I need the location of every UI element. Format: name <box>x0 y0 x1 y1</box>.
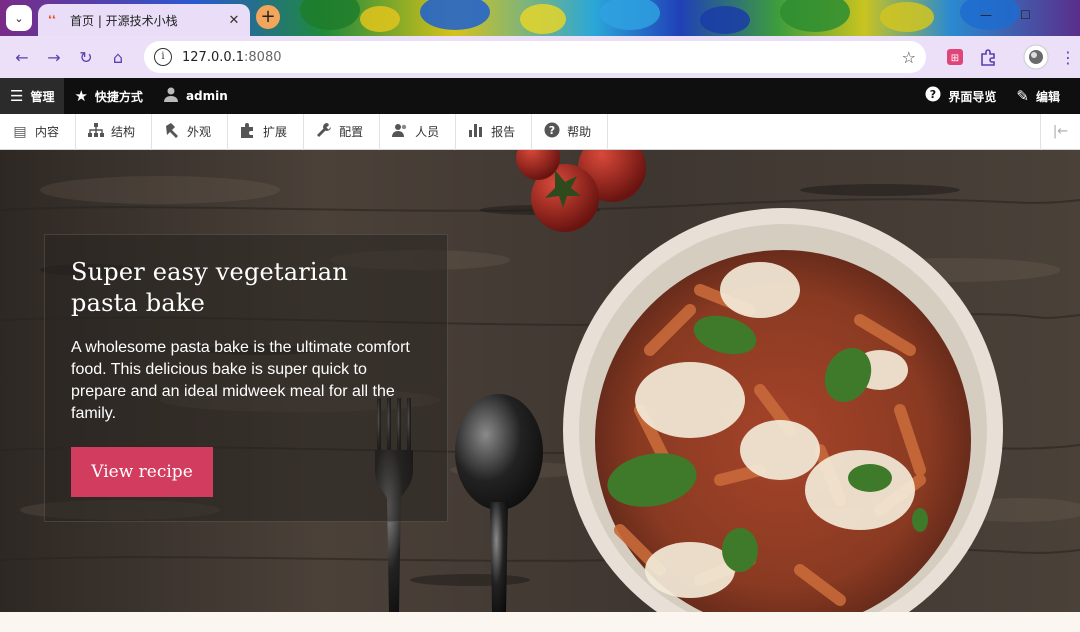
tray-item-content[interactable]: ▤ 内容 <box>0 113 77 150</box>
decor <box>520 4 566 34</box>
edit-label: 编辑 <box>1035 89 1060 104</box>
featured-recipe-card: Super easy vegetarian pasta bake A whole… <box>44 234 448 522</box>
site-info-icon[interactable]: i <box>154 48 172 66</box>
tray-label: 内容 <box>35 125 60 139</box>
svg-text:⊞: ⊞ <box>951 53 959 64</box>
bookmark-star-icon[interactable]: ☆ <box>902 48 916 67</box>
people-icon <box>392 122 408 142</box>
tray-item-config[interactable]: 配置 <box>304 113 381 150</box>
more-menu-icon[interactable]: ⋮ <box>1058 41 1078 73</box>
decor <box>780 0 850 32</box>
avatar-glyph <box>1023 44 1049 70</box>
view-recipe-button[interactable]: View recipe <box>71 447 213 497</box>
tab-search-button[interactable]: ⌄ <box>6 5 32 31</box>
browser-tab[interactable]: ❛❛ 首页 | 开源技术小栈 ✕ <box>38 4 250 36</box>
tour-button[interactable]: ? 界面导览 <box>915 78 1006 114</box>
admin-toolbar-right: ? 界面导览 ✎ 编辑 <box>915 78 1080 114</box>
url-text: 127.0.0.1:8080 <box>182 50 902 65</box>
svg-text:?: ? <box>549 124 555 137</box>
extension-glyph: ⊞ <box>947 49 963 65</box>
decor <box>420 0 490 30</box>
collapse-arrow-icon: |← <box>1052 124 1069 139</box>
extend-icon <box>240 122 256 142</box>
tray-item-reports[interactable]: 报告 <box>456 113 533 150</box>
forward-icon[interactable]: → <box>38 41 70 73</box>
user-icon <box>163 86 179 106</box>
tray-item-extend[interactable]: 扩展 <box>228 113 305 150</box>
tray-item-appearance[interactable]: 外观 <box>152 113 229 150</box>
puzzle-glyph <box>981 49 995 66</box>
decor <box>880 2 934 32</box>
appearance-icon <box>164 122 180 142</box>
tab-title: 首页 | 开源技术小栈 <box>70 13 178 28</box>
svg-text:?: ? <box>930 88 936 101</box>
profile-avatar-icon[interactable] <box>1020 41 1052 73</box>
decor <box>600 0 660 30</box>
favicon-icon: ❛❛ <box>48 13 56 26</box>
decor <box>300 0 360 30</box>
tray-item-people[interactable]: 人员 <box>380 113 457 150</box>
tray-orientation-toggle[interactable]: |← <box>1040 113 1080 150</box>
tray-item-help[interactable]: ? 帮助 <box>532 113 609 150</box>
hero-description: A wholesome pasta bake is the ultimate c… <box>71 339 410 422</box>
shortcuts-label: 快捷方式 <box>94 89 143 104</box>
tray-label: 外观 <box>187 125 212 139</box>
help-icon: ? <box>544 122 560 142</box>
edit-button[interactable]: ✎ 编辑 <box>1006 78 1080 114</box>
page-content-start <box>0 612 1080 632</box>
url-port: :8080 <box>244 49 282 65</box>
manage-label: 管理 <box>30 89 55 104</box>
tour-label: 界面导览 <box>948 89 997 104</box>
back-icon[interactable]: ← <box>6 41 38 73</box>
manage-button[interactable]: ☰ 管理 <box>0 78 65 114</box>
chevron-down-icon: ⌄ <box>14 11 24 25</box>
url-host: 127.0.0.1 <box>182 49 245 65</box>
browser-toolbar: ← → ↻ ⌂ i 127.0.0.1:8080 ☆ ⊞ ⋮ <box>0 36 1080 78</box>
config-icon <box>316 122 332 142</box>
tray-label: 人员 <box>415 125 440 139</box>
admin-tray: ▤ 内容 结构 外观 扩展 配置 人员 报告 ? 帮助 |← <box>0 113 1080 150</box>
tray-label: 报告 <box>491 125 516 139</box>
decor <box>700 6 750 34</box>
user-label: admin <box>185 89 228 103</box>
new-tab-button[interactable]: + <box>256 5 280 29</box>
extension-icon[interactable]: ⊞ <box>942 41 968 73</box>
admin-toolbar: ☰ 管理 ★ 快捷方式 admin ? 界面导览 ✎ 编辑 <box>0 78 1080 114</box>
help-circle-icon: ? <box>925 86 941 106</box>
browser-tabstrip: ⌄ ❛❛ 首页 | 开源技术小栈 ✕ + — ☐ <box>0 0 1080 36</box>
star-icon: ★ <box>74 87 88 105</box>
structure-icon <box>88 122 105 141</box>
decor <box>360 6 400 32</box>
pencil-icon: ✎ <box>1016 87 1029 105</box>
home-icon[interactable]: ⌂ <box>102 41 134 73</box>
reports-icon <box>468 122 484 142</box>
tray-item-structure[interactable]: 结构 <box>76 113 153 150</box>
close-icon[interactable]: ✕ <box>226 13 242 28</box>
reload-icon[interactable]: ↻ <box>70 41 102 73</box>
hero-banner: Super easy vegetarian pasta bake A whole… <box>0 150 1080 612</box>
user-button[interactable]: admin <box>153 78 238 114</box>
shortcuts-button[interactable]: ★ 快捷方式 <box>64 78 152 114</box>
hero-title: Super easy vegetarian pasta bake <box>71 258 348 317</box>
menu-icon: ☰ <box>10 87 24 105</box>
tray-label: 帮助 <box>567 125 592 139</box>
minimize-icon[interactable]: — <box>980 8 992 22</box>
content-icon: ▤ <box>13 123 27 140</box>
address-bar[interactable]: i 127.0.0.1:8080 ☆ <box>144 41 926 73</box>
tray-label: 配置 <box>339 125 364 139</box>
maximize-icon[interactable]: ☐ <box>1020 8 1031 22</box>
tray-label: 结构 <box>111 125 136 139</box>
tray-label: 扩展 <box>263 125 288 139</box>
puzzle-icon[interactable] <box>976 41 1000 73</box>
